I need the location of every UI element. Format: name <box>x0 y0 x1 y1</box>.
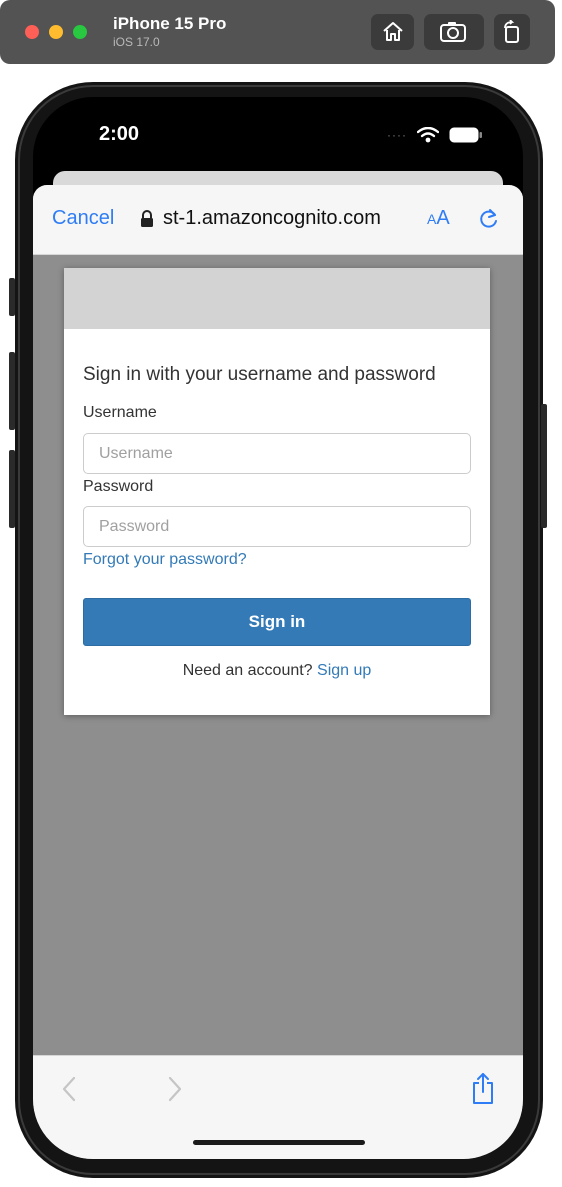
battery-icon <box>449 127 482 143</box>
password-input[interactable]: Password <box>83 506 471 547</box>
cancel-button[interactable]: Cancel <box>52 207 114 230</box>
sign-in-button[interactable]: Sign in <box>83 598 471 646</box>
action-button[interactable] <box>9 278 15 316</box>
power-button[interactable] <box>541 404 547 528</box>
forgot-password-link[interactable]: Forgot your password? <box>83 551 247 569</box>
username-input[interactable]: Username <box>83 433 471 474</box>
minimize-window-button[interactable] <box>49 25 63 39</box>
reload-icon[interactable] <box>478 207 500 231</box>
signup-row: Need an account? Sign up <box>64 662 490 680</box>
home-indicator[interactable] <box>193 1140 365 1145</box>
text-size-button[interactable]: AA <box>427 207 450 230</box>
home-button[interactable] <box>371 14 414 50</box>
password-placeholder: Password <box>99 517 170 535</box>
status-time: 2:00 <box>99 123 140 145</box>
rotate-icon <box>504 20 519 43</box>
card-banner <box>64 268 490 329</box>
text-size-small-a: A <box>427 211 437 227</box>
safari-view-sheet: Cancel st-1.amazoncognito.com AA Sign in… <box>33 185 523 1159</box>
signin-heading: Sign in with your username and password <box>83 364 436 385</box>
sign-up-link[interactable]: Sign up <box>317 662 371 679</box>
screenshot-button[interactable] <box>424 14 484 50</box>
text-size-large-a: A <box>436 207 450 229</box>
username-placeholder: Username <box>99 444 173 462</box>
close-window-button[interactable] <box>25 25 39 39</box>
rotate-button[interactable] <box>494 14 530 50</box>
zoom-window-button[interactable] <box>73 25 87 39</box>
volume-down-button[interactable] <box>9 450 15 528</box>
signal-icon: ···· <box>387 128 407 142</box>
volume-up-button[interactable] <box>9 352 15 430</box>
lock-icon <box>141 210 153 227</box>
url-text[interactable]: st-1.amazoncognito.com <box>163 207 409 230</box>
forward-icon[interactable] <box>167 1076 183 1102</box>
wifi-icon <box>417 127 439 143</box>
browser-top-bar: Cancel st-1.amazoncognito.com AA <box>33 185 523 255</box>
phone-screen: 2:00 ···· Cancel st-1.amazoncognito.com … <box>33 97 523 1159</box>
username-label: Username <box>83 404 157 421</box>
simulator-title-bar: iPhone 15 Pro iOS 17.0 <box>0 0 555 64</box>
status-icons: ···· <box>387 127 483 143</box>
password-label: Password <box>83 478 154 495</box>
share-icon[interactable] <box>470 1072 496 1106</box>
screenshot-icon <box>440 22 466 42</box>
signup-prompt: Need an account? <box>182 662 313 679</box>
device-name: iPhone 15 Pro <box>113 14 227 33</box>
os-version: iOS 17.0 <box>113 35 160 49</box>
home-icon <box>382 22 403 41</box>
back-icon[interactable] <box>61 1076 77 1102</box>
signin-card: Sign in with your username and password … <box>64 268 490 715</box>
